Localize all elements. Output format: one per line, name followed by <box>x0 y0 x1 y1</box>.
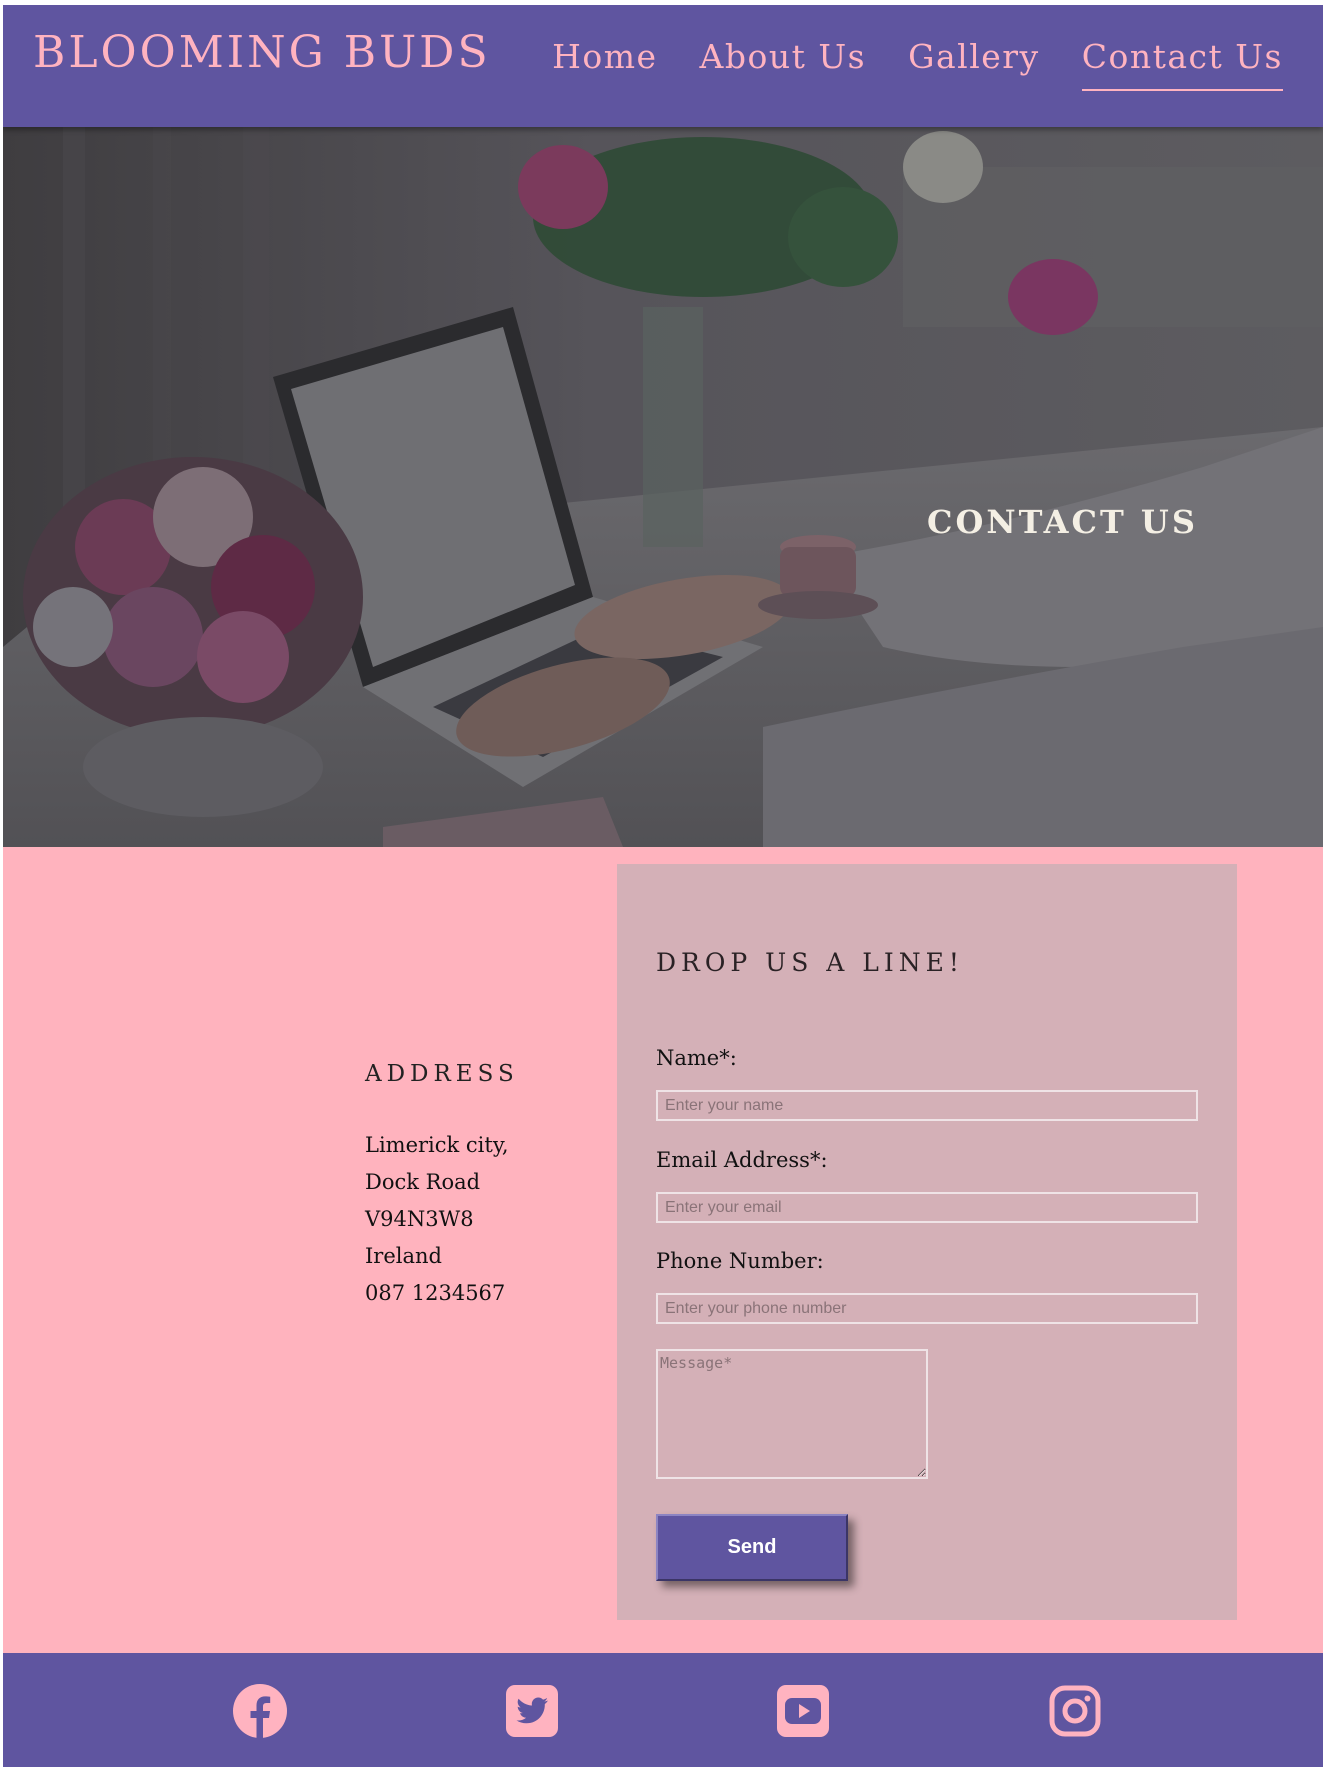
instagram-link[interactable] <box>1047 1683 1103 1739</box>
phone-number-text: 087 1234567 <box>365 1281 506 1305</box>
twitter-icon <box>506 1685 558 1737</box>
phone-label: Phone Number: <box>656 1249 824 1273</box>
message-textarea[interactable] <box>656 1349 928 1479</box>
brand-logo[interactable]: BLOOMING BUDS <box>33 27 491 79</box>
address-block: ADDRESS Limerick city, Dock Road V94N3W8… <box>365 1061 519 1312</box>
name-label: Name*: <box>656 1046 737 1070</box>
hero-image <box>3 127 1323 847</box>
instagram-icon <box>1049 1685 1101 1737</box>
contact-section: ADDRESS Limerick city, Dock Road V94N3W8… <box>3 847 1323 1653</box>
twitter-link[interactable] <box>504 1683 560 1739</box>
address-line: V94N3W8 <box>365 1207 474 1231</box>
contact-form: DROP US A LINE! Name*: Email Address*: P… <box>617 864 1237 1620</box>
email-label: Email Address*: <box>656 1148 828 1172</box>
email-input[interactable] <box>656 1192 1198 1223</box>
address-heading: ADDRESS <box>365 1061 519 1087</box>
name-input[interactable] <box>656 1090 1198 1121</box>
address-line: Ireland <box>365 1244 442 1268</box>
send-button[interactable]: Send <box>656 1514 848 1581</box>
address-line: Dock Road <box>365 1170 481 1194</box>
hero-title: CONTACT US <box>927 503 1198 541</box>
nav-contact-us[interactable]: Contact Us <box>1081 37 1283 91</box>
phone-input[interactable] <box>656 1293 1198 1324</box>
form-heading: DROP US A LINE! <box>656 948 964 977</box>
hero-banner: CONTACT US <box>3 127 1323 847</box>
youtube-link[interactable] <box>775 1683 831 1739</box>
site-header: BLOOMING BUDS Home About Us Gallery Cont… <box>3 5 1323 127</box>
facebook-icon <box>233 1684 287 1739</box>
nav-gallery[interactable]: Gallery <box>908 37 1040 91</box>
main-nav: Home About Us Gallery Contact Us <box>552 37 1283 91</box>
nav-about-us[interactable]: About Us <box>700 37 867 91</box>
youtube-icon <box>777 1685 829 1737</box>
nav-home[interactable]: Home <box>552 37 657 91</box>
page: BLOOMING BUDS Home About Us Gallery Cont… <box>3 5 1323 1767</box>
site-footer <box>3 1653 1323 1767</box>
facebook-link[interactable] <box>232 1683 288 1739</box>
address-line: Limerick city, <box>365 1133 509 1157</box>
